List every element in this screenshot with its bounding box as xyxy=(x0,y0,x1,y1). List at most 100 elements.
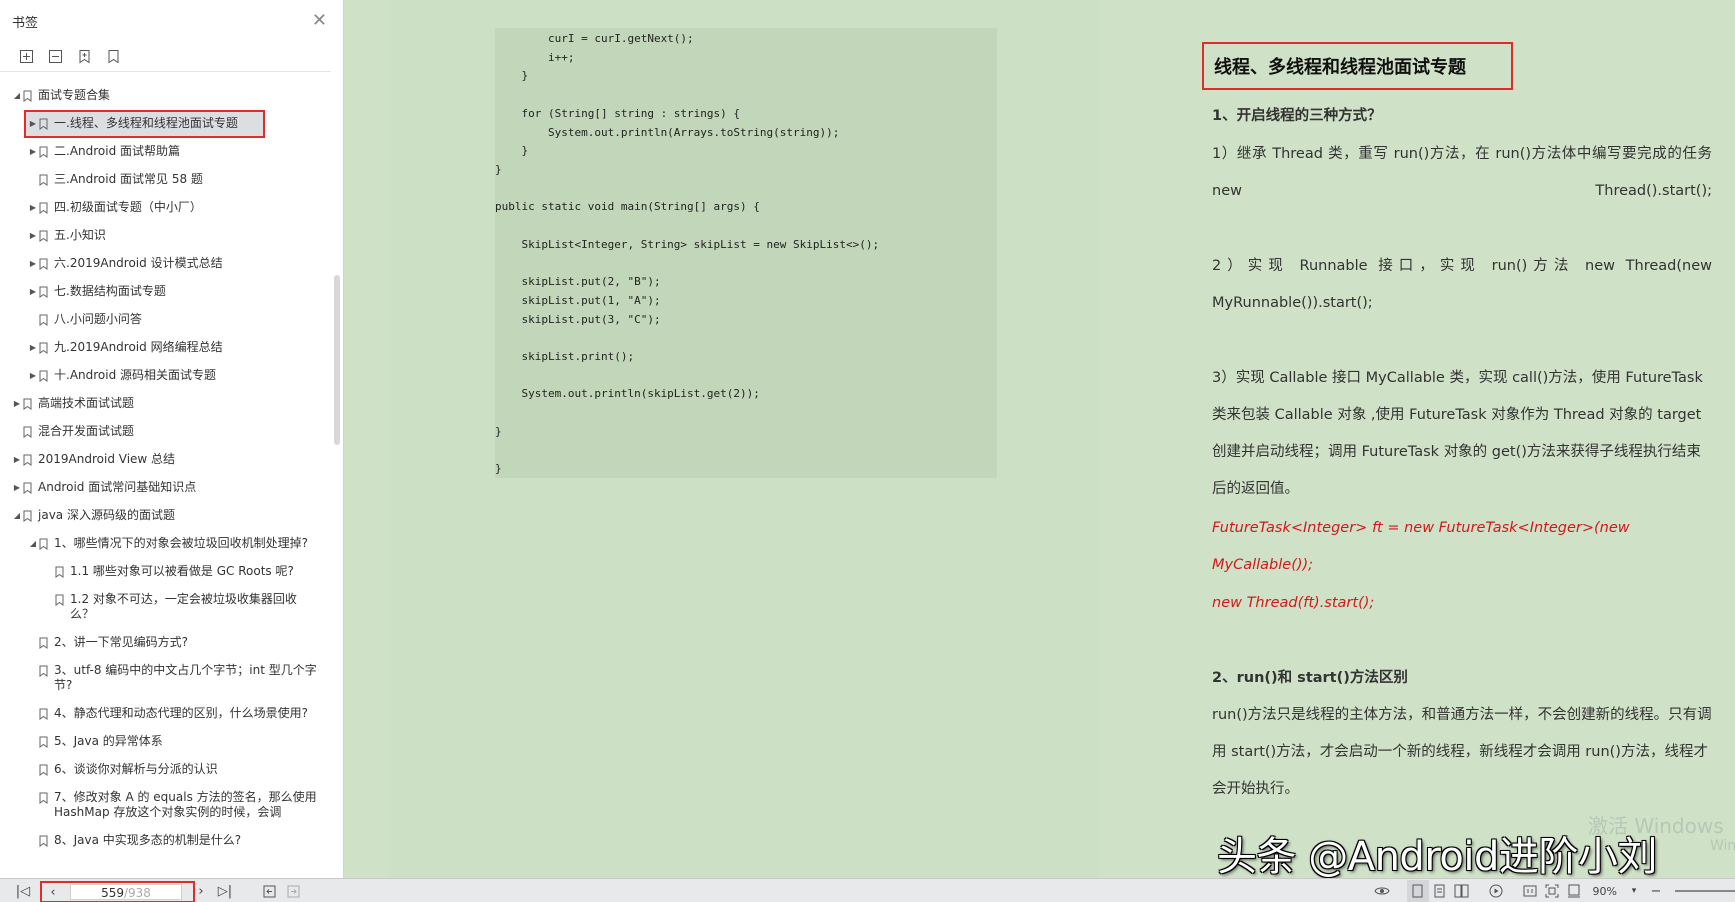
bookmark-item[interactable]: ▶ 二.Android 面试帮助篇 xyxy=(0,138,330,166)
bookmark-item[interactable]: 8、Java 中实现多态的机制是什么? xyxy=(0,827,330,855)
bookmark-item[interactable]: 6、谈谈你对解析与分派的认识 xyxy=(0,756,330,784)
bookmark-item[interactable]: ◢ 面试专题合集 xyxy=(0,82,330,110)
bookmark-label: 1.1 哪些对象可以被看做是 GC Roots 呢? xyxy=(70,564,294,578)
bookmark-item[interactable]: ▶ Android 面试常问基础知识点 xyxy=(0,474,330,502)
bookmark-label: Android 面试常问基础知识点 xyxy=(38,480,197,494)
page-number-input[interactable]: 559/938 xyxy=(70,884,182,900)
zoom-dropdown-icon[interactable]: ▾ xyxy=(1623,880,1645,902)
bookmark-icon xyxy=(22,452,32,467)
expanded-arrow-icon[interactable]: ◢ xyxy=(28,536,38,551)
add-bookmark-icon[interactable] xyxy=(76,48,93,65)
bookmark-label: 九.2019Android 网络编程总结 xyxy=(54,340,223,354)
collapsed-arrow-icon[interactable]: ▶ xyxy=(28,284,38,299)
fit-page-icon[interactable] xyxy=(1541,880,1563,902)
collapsed-arrow-icon[interactable]: ▶ xyxy=(12,396,22,411)
bookmark-item[interactable]: 混合开发面试试题 xyxy=(0,418,330,446)
bookmark-icon xyxy=(38,200,48,215)
bookmark-item[interactable]: 3、utf-8 编码中的中文占几个字节；int 型几个字节? xyxy=(0,657,330,700)
bookmark-item[interactable]: ▶ 一.线程、多线程和线程池面试专题 xyxy=(24,110,265,138)
bookmark-item[interactable]: ▶ 五.小知识 xyxy=(0,222,330,250)
bookmark-icon xyxy=(38,368,48,383)
bookmark-icon[interactable] xyxy=(105,48,122,65)
collapsed-arrow-icon[interactable]: ▶ xyxy=(28,256,38,271)
doc-title-box: 线程、多线程和线程池面试专题 xyxy=(1202,42,1513,90)
bookmark-icon xyxy=(22,88,32,103)
expanded-arrow-icon[interactable]: ◢ xyxy=(12,88,22,103)
next-page-icon[interactable]: › xyxy=(190,880,212,902)
bookmark-item[interactable]: 2、讲一下常见编码方式? xyxy=(0,629,330,657)
bookmark-label: 混合开发面试试题 xyxy=(38,424,135,438)
bookmark-icon xyxy=(38,833,48,848)
zoom-slider[interactable] xyxy=(1675,890,1735,892)
bookmark-icon xyxy=(22,396,32,411)
section-heading-2: 2、run()和 start()方法区别 xyxy=(1212,670,1408,686)
bookmark-label: 5、Java 的异常体系 xyxy=(54,734,163,748)
bookmark-item[interactable]: ▶ 九.2019Android 网络编程总结 xyxy=(0,334,330,362)
back-icon[interactable] xyxy=(258,880,280,902)
zoom-out-icon[interactable]: − xyxy=(1645,880,1667,902)
bookmark-icon xyxy=(22,424,32,439)
bookmark-item[interactable]: 4、静态代理和动态代理的区别，什么场景使用? xyxy=(0,700,330,728)
bookmark-item[interactable]: 7、修改对象 A 的 equals 方法的签名，那么使用 HashMap 存放这… xyxy=(0,784,330,827)
collapsed-arrow-icon[interactable]: ▶ xyxy=(28,368,38,383)
collapsed-arrow-icon[interactable]: ▶ xyxy=(28,144,38,159)
prev-page-icon[interactable]: ‹ xyxy=(42,881,64,902)
bookmark-item[interactable]: ◢ 1、哪些情况下的对象会被垃圾回收机制处理掉? xyxy=(0,530,330,558)
bookmark-item[interactable]: ▶ 四.初级面试专题（中小厂） xyxy=(0,194,330,222)
bookmark-icon xyxy=(22,480,32,495)
bookmark-item[interactable]: 三.Android 面试常见 58 题 xyxy=(0,166,330,194)
bookmark-icon xyxy=(38,734,48,749)
bookmark-label: 1、哪些情况下的对象会被垃圾回收机制处理掉? xyxy=(54,536,309,550)
bookmark-item[interactable]: ▶ 高端技术面试试题 xyxy=(0,390,330,418)
collapsed-arrow-icon[interactable]: ▶ xyxy=(28,200,38,215)
expanded-arrow-icon[interactable]: ◢ xyxy=(12,508,22,523)
collapsed-arrow-icon[interactable]: ▶ xyxy=(28,116,38,131)
collapsed-arrow-icon[interactable]: ▶ xyxy=(12,480,22,495)
bookmark-item[interactable]: ▶ 六.2019Android 设计模式总结 xyxy=(0,250,330,278)
code-block: curI = curI.getNext(); i++; } for (Strin… xyxy=(495,32,880,476)
first-page-icon[interactable]: |◁ xyxy=(12,880,34,902)
bookmark-icon xyxy=(38,536,48,551)
bookmark-item[interactable]: 5、Java 的异常体系 xyxy=(0,728,330,756)
bookmark-label: 三.Android 面试常见 58 题 xyxy=(54,172,203,186)
single-page-view-icon[interactable] xyxy=(1406,880,1429,902)
bookmark-item[interactable]: ◢ java 深入源码级的面试题 xyxy=(0,502,330,530)
bookmark-label: 4、静态代理和动态代理的区别，什么场景使用? xyxy=(54,706,309,720)
sidebar-scrollbar[interactable] xyxy=(334,275,340,445)
bookmark-item[interactable]: ▶ 十.Android 源码相关面试专题 xyxy=(0,362,330,390)
bookmark-icon xyxy=(22,508,32,523)
collapsed-arrow-icon[interactable]: ▶ xyxy=(12,452,22,467)
continuous-view-icon[interactable] xyxy=(1429,880,1451,902)
bookmark-item[interactable]: 1.2 对象不可达，一定会被垃圾收集器回收么？ xyxy=(0,586,330,629)
bookmark-icon xyxy=(38,228,48,243)
zoom-level[interactable]: 90% xyxy=(1593,885,1617,898)
bookmark-item[interactable]: 1.1 哪些对象可以被看做是 GC Roots 呢? xyxy=(0,558,330,586)
collapsed-arrow-icon[interactable]: ▶ xyxy=(28,340,38,355)
bookmark-icon xyxy=(38,312,48,327)
close-icon[interactable]: ✕ xyxy=(312,12,327,30)
last-page-icon[interactable]: ▷| xyxy=(214,880,236,902)
bookmark-label: 面试专题合集 xyxy=(38,88,111,102)
collapse-all-icon[interactable] xyxy=(47,48,64,65)
code-line-1: FutureTask<Integer> ft = new FutureTask<… xyxy=(1212,520,1630,573)
fit-width-icon[interactable] xyxy=(1563,880,1585,902)
bookmark-icon xyxy=(38,256,48,271)
paragraph-2: 2）实现 Runnable 接口，实现 run()方法 new Thread(n… xyxy=(1212,258,1712,311)
forward-icon[interactable] xyxy=(282,880,304,902)
bookmark-item[interactable]: ▶ 2019Android View 总结 xyxy=(0,446,330,474)
eye-protection-icon[interactable] xyxy=(1371,880,1393,902)
bookmark-item[interactable]: ▶ 七.数据结构面试专题 xyxy=(0,278,330,306)
paragraph-1: 1）继承 Thread 类，重写 run()方法，在 run()方法体中编写要完… xyxy=(1212,146,1712,199)
bookmark-label: 一.线程、多线程和线程池面试专题 xyxy=(54,116,238,130)
collapsed-arrow-icon[interactable]: ▶ xyxy=(28,228,38,243)
actual-size-icon[interactable] xyxy=(1519,880,1541,902)
bookmark-item[interactable]: 八.小问题小问答 xyxy=(0,306,330,334)
play-icon[interactable] xyxy=(1485,880,1507,902)
double-page-view-icon[interactable] xyxy=(1451,880,1473,902)
expand-all-icon[interactable] xyxy=(18,48,35,65)
